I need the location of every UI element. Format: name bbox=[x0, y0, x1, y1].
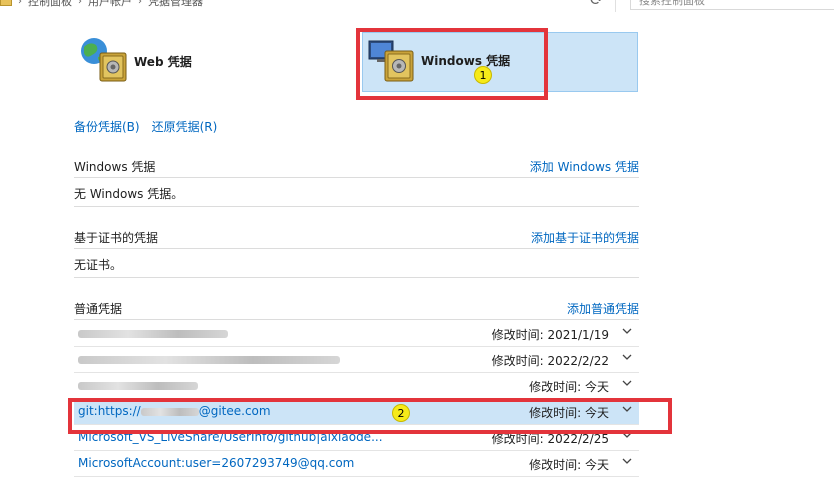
restore-credentials-link[interactable]: 还原凭据(R) bbox=[152, 118, 218, 135]
divider bbox=[74, 206, 639, 207]
tab-web-credentials[interactable]: Web 凭据 bbox=[78, 36, 278, 86]
breadcrumb-item-credential-manager[interactable]: 凭据管理器 bbox=[148, 0, 203, 9]
divider bbox=[74, 248, 639, 249]
credential-row[interactable]: 修改时间: 2021/1/19 bbox=[74, 321, 639, 347]
credential-modified-date: 修改时间: 今天 bbox=[529, 458, 609, 472]
redacted-text bbox=[78, 329, 228, 338]
credential-name: MicrosoftAccount:user=2607293749@qq.com bbox=[78, 456, 355, 470]
generic-credentials-section: 普通凭据 添加普通凭据 bbox=[74, 300, 639, 322]
credential-row[interactable]: MicrosoftAccount:user=2607293749@qq.com … bbox=[74, 451, 639, 477]
credential-actions: 备份凭据(B) 还原凭据(R) bbox=[74, 118, 217, 135]
refresh-icon[interactable]: ⟳ bbox=[590, 0, 610, 10]
windows-credentials-section: Windows 凭据 添加 Windows 凭据 无 Windows 凭据。 bbox=[74, 158, 639, 208]
chevron-down-icon[interactable] bbox=[621, 454, 633, 468]
tab-web-label: Web 凭据 bbox=[134, 54, 192, 69]
breadcrumb-item-control-panel[interactable]: 控制面板 bbox=[28, 0, 72, 9]
redacted-text bbox=[78, 381, 198, 390]
empty-message: 无证书。 bbox=[74, 258, 123, 272]
breadcrumb: › 控制面板 › 用户帐户 › 凭据管理器 bbox=[0, 0, 203, 10]
add-generic-credential-link[interactable]: 添加普通凭据 bbox=[567, 300, 639, 317]
chevron-right-icon: › bbox=[138, 0, 142, 7]
credential-row[interactable]: 修改时间: 2022/2/22 bbox=[74, 347, 639, 373]
address-bar: › 控制面板 › 用户帐户 › 凭据管理器 ⟳ 搜索控制面板 bbox=[0, 0, 834, 18]
chevron-down-icon[interactable] bbox=[621, 350, 633, 364]
empty-message: 无 Windows 凭据。 bbox=[74, 187, 184, 201]
backup-credentials-link[interactable]: 备份凭据(B) bbox=[74, 118, 140, 135]
divider bbox=[615, 0, 616, 12]
credential-row[interactable]: 修改时间: 今天 bbox=[74, 373, 639, 399]
search-input[interactable]: 搜索控制面板 bbox=[630, 0, 834, 10]
credential-modified-date: 修改时间: 今天 bbox=[529, 380, 609, 394]
annotation-badge-1: 1 bbox=[474, 66, 492, 84]
credential-modified-date: 修改时间: 2022/2/22 bbox=[491, 354, 609, 368]
chevron-right-icon: › bbox=[18, 0, 22, 7]
highlight-box-windows-tab bbox=[356, 28, 548, 100]
divider bbox=[74, 177, 639, 178]
credential-name bbox=[78, 378, 198, 392]
certificate-credentials-section: 基于证书的凭据 添加基于证书的凭据 无证书。 bbox=[74, 229, 639, 279]
chevron-down-icon[interactable] bbox=[621, 324, 633, 338]
credential-name bbox=[78, 352, 340, 366]
highlight-box-gitee-credential bbox=[68, 398, 672, 434]
credential-name bbox=[78, 326, 228, 340]
add-certificate-credential-link[interactable]: 添加基于证书的凭据 bbox=[531, 229, 639, 246]
redacted-text bbox=[78, 355, 340, 364]
section-title: 基于证书的凭据 bbox=[74, 231, 159, 245]
chevron-down-icon[interactable] bbox=[621, 376, 633, 390]
annotation-badge-2: 2 bbox=[392, 404, 410, 422]
divider bbox=[74, 319, 639, 320]
chevron-right-icon: › bbox=[78, 0, 82, 7]
section-title: Windows 凭据 bbox=[74, 160, 156, 174]
folder-icon bbox=[0, 0, 12, 6]
breadcrumb-item-user-accounts[interactable]: 用户帐户 bbox=[88, 0, 132, 9]
web-credentials-icon bbox=[81, 38, 127, 82]
divider bbox=[74, 277, 639, 278]
section-title: 普通凭据 bbox=[74, 302, 123, 316]
credential-modified-date: 修改时间: 2021/1/19 bbox=[491, 328, 609, 342]
add-windows-credential-link[interactable]: 添加 Windows 凭据 bbox=[530, 158, 639, 175]
